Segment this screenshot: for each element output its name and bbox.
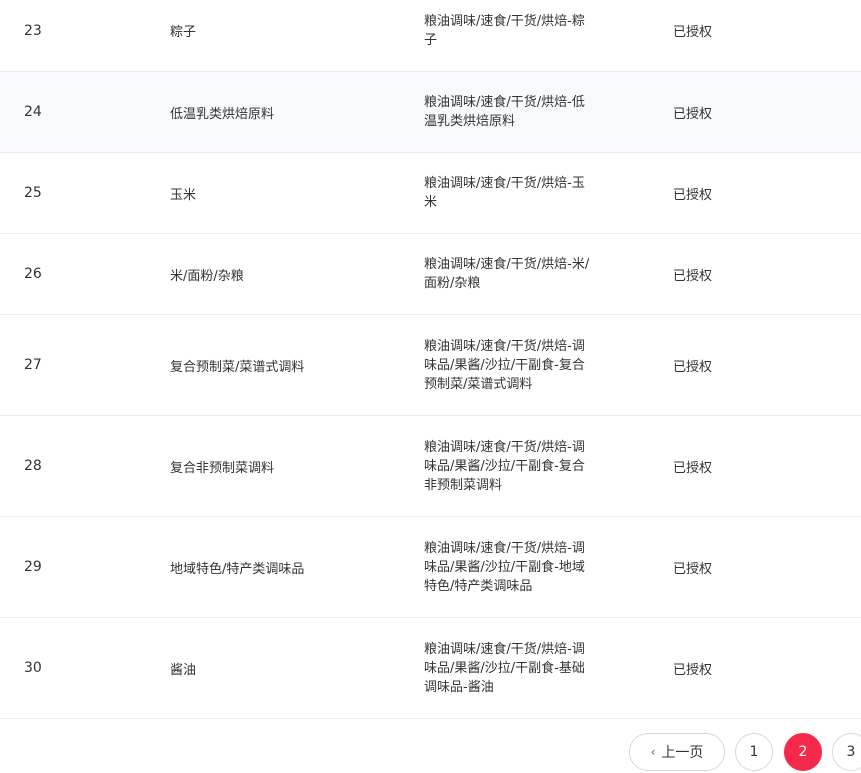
table-row: 28 复合非预制菜调料 粮油调味/速食/干货/烘焙-调 味品/果酱/沙拉/干副食… bbox=[0, 416, 861, 517]
table-row: 25 玉米 粮油调味/速食/干货/烘焙-玉 米 已授权 bbox=[0, 153, 861, 234]
row-index: 29 bbox=[24, 559, 42, 575]
status-text: 已授权 bbox=[673, 662, 713, 678]
category-path-line: 调味品-酱油 bbox=[424, 679, 494, 695]
table-row: 29 地域特色/特产类调味品 粮油调味/速食/干货/烘焙-调 味品/果酱/沙拉/… bbox=[0, 517, 861, 618]
category-path-line: 味品/果酱/沙拉/干副食-复合 bbox=[424, 458, 585, 474]
category-name: 酱油 bbox=[170, 662, 197, 678]
category-path-line: 米 bbox=[424, 195, 438, 210]
row-index: 23 bbox=[24, 22, 42, 39]
category-path: 粮油调味/速食/干货/烘焙-调 味品/果酱/沙拉/干副食-地域 特色/特产类调味… bbox=[424, 517, 639, 617]
category-name: 低温乳类烘焙原料 bbox=[170, 106, 275, 122]
category-name: 玉米 bbox=[170, 187, 197, 203]
category-path-line: 粮油调味/速食/干货/烘焙-调 bbox=[424, 641, 585, 657]
status-text: 已授权 bbox=[673, 106, 713, 122]
page-button-1[interactable]: 1 bbox=[735, 733, 773, 771]
category-path: 粮油调味/速食/干货/烘焙-调 味品/果酱/沙拉/干副食-复合 非预制菜调料 bbox=[424, 416, 639, 516]
category-path-line: 粮油调味/速食/干货/烘焙-粽 bbox=[424, 13, 585, 29]
status-text: 已授权 bbox=[673, 268, 713, 284]
row-index: 26 bbox=[24, 266, 42, 282]
category-name: 米/面粉/杂粮 bbox=[170, 268, 244, 284]
status-text: 已授权 bbox=[673, 460, 713, 476]
category-path-line: 特色/特产类调味品 bbox=[424, 578, 533, 594]
category-path-line: 非预制菜调料 bbox=[424, 477, 503, 493]
status-text: 已授权 bbox=[673, 359, 713, 375]
row-index: 28 bbox=[24, 458, 42, 474]
row-index: 24 bbox=[24, 104, 42, 120]
row-index: 30 bbox=[24, 660, 42, 676]
prev-page-button[interactable]: ‹ 上一页 bbox=[629, 733, 725, 771]
category-path: 粮油调味/速食/干货/烘焙-粽 子 bbox=[424, 0, 639, 71]
category-path-line: 粮油调味/速食/干货/烘焙-低 bbox=[424, 95, 585, 110]
category-name: 地域特色/特产类调味品 bbox=[170, 561, 305, 577]
category-path: 粮油调味/速食/干货/烘焙-玉 米 bbox=[424, 153, 639, 233]
category-path-line: 粮油调味/速食/干货/烘焙-调 bbox=[424, 338, 585, 354]
category-path-line: 预制菜/菜谱式调料 bbox=[424, 376, 533, 392]
row-index: 27 bbox=[24, 357, 42, 373]
category-path-line: 子 bbox=[424, 32, 438, 48]
category-name: 复合预制菜/菜谱式调料 bbox=[170, 359, 305, 375]
category-path: 粮油调味/速食/干货/烘焙-调 味品/果酱/沙拉/干副食-基础 调味品-酱油 bbox=[424, 618, 639, 718]
category-name: 粽子 bbox=[170, 25, 197, 40]
category-path-line: 粮油调味/速食/干货/烘焙-调 bbox=[424, 540, 585, 556]
category-path: 粮油调味/速食/干货/烘焙-米/ 面粉/杂粮 bbox=[424, 234, 639, 314]
pagination: ‹ 上一页 1 2 3 bbox=[0, 733, 861, 773]
status-text: 已授权 bbox=[673, 25, 713, 40]
status-text: 已授权 bbox=[673, 187, 713, 203]
category-name: 复合非预制菜调料 bbox=[170, 460, 275, 476]
row-index: 25 bbox=[24, 185, 42, 201]
prev-page-label: 上一页 bbox=[661, 745, 704, 761]
category-path-line: 味品/果酱/沙拉/干副食-地域 bbox=[424, 559, 585, 575]
table-row: 23 粽子 粮油调味/速食/干货/烘焙-粽 子 已授权 bbox=[0, 0, 861, 72]
category-path-line: 粮油调味/速食/干货/烘焙-米/ bbox=[424, 257, 590, 272]
page-button-2-current[interactable]: 2 bbox=[784, 733, 822, 771]
category-path-line: 面粉/杂粮 bbox=[424, 276, 481, 291]
category-path-line: 味品/果酱/沙拉/干副食-基础 bbox=[424, 660, 585, 676]
category-path: 粮油调味/速食/干货/烘焙-调 味品/果酱/沙拉/干副食-复合 预制菜/菜谱式调… bbox=[424, 315, 639, 415]
chevron-left-icon: ‹ bbox=[650, 745, 656, 759]
table-row: 24 低温乳类烘焙原料 粮油调味/速食/干货/烘焙-低 温乳类烘焙原料 已授权 bbox=[0, 72, 861, 153]
category-path: 粮油调味/速食/干货/烘焙-低 温乳类烘焙原料 bbox=[424, 72, 639, 152]
status-text: 已授权 bbox=[673, 561, 713, 577]
category-path-line: 粮油调味/速食/干货/烘焙-调 bbox=[424, 439, 585, 455]
category-path-line: 味品/果酱/沙拉/干副食-复合 bbox=[424, 357, 585, 373]
table-row: 26 米/面粉/杂粮 粮油调味/速食/干货/烘焙-米/ 面粉/杂粮 已授权 bbox=[0, 234, 861, 315]
table-row: 27 复合预制菜/菜谱式调料 粮油调味/速食/干货/烘焙-调 味品/果酱/沙拉/… bbox=[0, 315, 861, 416]
category-path-line: 温乳类烘焙原料 bbox=[424, 114, 516, 129]
page-button-3[interactable]: 3 bbox=[832, 733, 861, 771]
table-row: 30 酱油 粮油调味/速食/干货/烘焙-调 味品/果酱/沙拉/干副食-基础 调味… bbox=[0, 618, 861, 719]
category-path-line: 粮油调味/速食/干货/烘焙-玉 bbox=[424, 176, 585, 191]
